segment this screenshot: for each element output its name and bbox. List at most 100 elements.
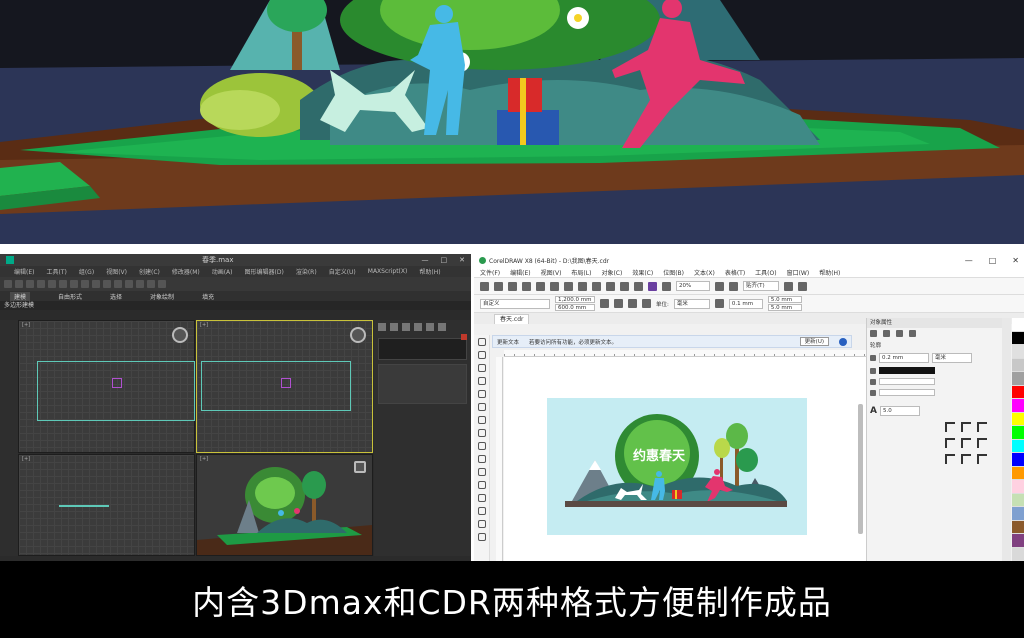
rotate-icon[interactable] — [70, 280, 78, 288]
palette-swatch[interactable] — [1012, 399, 1024, 413]
snap-to-select[interactable]: 贴齐(T) — [743, 281, 779, 291]
palette-swatch[interactable] — [1012, 534, 1024, 548]
current-page-icon[interactable] — [642, 299, 651, 308]
transparency-icon[interactable] — [477, 507, 486, 515]
outline-pen-icon[interactable] — [870, 330, 877, 337]
miter-join-icon[interactable] — [945, 422, 955, 432]
menu-text[interactable]: 文本(X) — [694, 268, 715, 277]
round-cap-icon[interactable] — [961, 438, 971, 448]
paste-icon[interactable] — [564, 281, 573, 291]
menu-table[interactable]: 表格(T) — [725, 268, 745, 277]
outline-color-swatch[interactable] — [879, 367, 935, 374]
render-icon[interactable] — [158, 280, 166, 288]
menu-view[interactable]: 视图(V) — [106, 267, 127, 276]
center-position-icon[interactable] — [961, 454, 971, 464]
update-button[interactable]: 更新(U) — [799, 337, 829, 346]
ribbon-tab-populate[interactable]: 填充 — [202, 292, 214, 301]
create-tab-icon[interactable] — [378, 323, 386, 331]
export-icon[interactable] — [634, 281, 643, 291]
landscape-icon[interactable] — [614, 299, 623, 308]
viewcube-icon[interactable] — [350, 327, 366, 343]
ribbon-tab-selection[interactable]: 选择 — [110, 292, 122, 301]
connector-tool-icon[interactable] — [477, 481, 486, 489]
ribbon-tab-object-paint[interactable]: 对象绘制 — [150, 292, 174, 301]
menu-group[interactable]: 组(G) — [79, 267, 94, 276]
import-icon[interactable] — [620, 281, 629, 291]
palette-swatch[interactable] — [1012, 331, 1024, 345]
motion-tab-icon[interactable] — [414, 323, 422, 331]
menu-customize[interactable]: 自定义(U) — [329, 267, 356, 276]
rectangle-tool-icon[interactable] — [477, 416, 486, 424]
inside-position-icon[interactable] — [977, 454, 987, 464]
menu-edit[interactable]: 编辑(E) — [14, 267, 34, 276]
palette-swatch[interactable] — [1012, 453, 1024, 467]
palette-swatch[interactable] — [1012, 345, 1024, 359]
menu-effects[interactable]: 效果(C) — [632, 268, 653, 277]
move-icon[interactable] — [59, 280, 67, 288]
viewport-front[interactable]: [+] — [196, 320, 373, 453]
full-screen-icon[interactable] — [662, 281, 671, 291]
menu-layout[interactable]: 布局(L) — [571, 268, 591, 277]
undo-icon[interactable] — [4, 280, 12, 288]
object-color-swatch[interactable] — [461, 334, 467, 340]
page-width-field[interactable]: 1,200.0 mm — [555, 296, 595, 303]
transparency-icon[interactable] — [896, 330, 903, 337]
ribbon-tab-modeling[interactable]: 建模 — [10, 291, 31, 301]
cut-icon[interactable] — [536, 281, 545, 291]
drop-shadow-icon[interactable] — [477, 494, 486, 502]
round-join-icon[interactable] — [961, 422, 971, 432]
minimize-icon[interactable]: — — [965, 256, 973, 265]
palette-swatch[interactable] — [1012, 372, 1024, 386]
text-tool-icon[interactable] — [477, 455, 486, 463]
new-document-icon[interactable] — [480, 281, 489, 291]
menu-object[interactable]: 对象(C) — [601, 268, 622, 277]
palette-swatch[interactable] — [1012, 520, 1024, 534]
close-icon[interactable]: ✕ — [1012, 256, 1019, 265]
display-tab-icon[interactable] — [426, 323, 434, 331]
ribbon-subtab[interactable]: 多边形建模 — [0, 301, 471, 310]
menu-create[interactable]: 创建(C) — [139, 267, 160, 276]
viewport-left[interactable]: [+] — [18, 454, 195, 556]
page-preset-select[interactable]: 自定义 — [480, 298, 550, 309]
menu-rendering[interactable]: 渲染(R) — [296, 267, 317, 276]
palette-swatch[interactable] — [1012, 412, 1024, 426]
minimize-icon[interactable]: — — [422, 256, 429, 264]
menu-view[interactable]: 视图(V) — [541, 268, 562, 277]
artistic-media-icon[interactable] — [477, 403, 486, 411]
palette-swatch[interactable] — [1012, 547, 1024, 561]
snap-icon[interactable] — [92, 280, 100, 288]
render-setup-icon[interactable] — [147, 280, 155, 288]
palette-swatch[interactable] — [1012, 318, 1024, 332]
zoom-page-icon[interactable] — [729, 281, 738, 291]
duplicate-x-field[interactable]: 5.0 mm — [767, 296, 802, 303]
viewport-perspective[interactable]: [+] — [196, 454, 373, 556]
page-height-field[interactable]: 600.0 mm — [555, 304, 595, 311]
redo-icon[interactable] — [592, 281, 601, 291]
outside-position-icon[interactable] — [945, 454, 955, 464]
modifier-stack[interactable] — [378, 364, 467, 404]
fill-icon[interactable] — [883, 330, 890, 337]
line-style-select[interactable] — [879, 378, 935, 385]
interactive-fill-icon[interactable] — [477, 533, 486, 541]
crop-tool-icon[interactable] — [477, 364, 486, 372]
portrait-icon[interactable] — [600, 299, 609, 308]
link-icon[interactable] — [26, 280, 34, 288]
menu-help[interactable]: 帮助(H) — [819, 268, 840, 277]
artboard-page[interactable]: 约惠春天 — [547, 398, 807, 535]
material-editor-icon[interactable] — [136, 280, 144, 288]
modify-tab-icon[interactable] — [390, 323, 398, 331]
zoom-level-select[interactable]: 20% — [676, 281, 710, 291]
menu-animation[interactable]: 动画(A) — [212, 267, 233, 276]
close-icon[interactable]: ✕ — [459, 256, 465, 264]
menu-window[interactable]: 窗口(W) — [787, 268, 810, 277]
palette-swatch[interactable] — [1012, 385, 1024, 399]
layer-icon[interactable] — [125, 280, 133, 288]
tab-document[interactable]: 春天.cdr — [494, 314, 530, 324]
ribbon-tab-freeform[interactable]: 自由形式 — [58, 292, 82, 301]
maximize-icon[interactable]: □ — [441, 256, 448, 264]
palette-swatch[interactable] — [1012, 507, 1024, 521]
menu-tools[interactable]: 工具(O) — [755, 268, 776, 277]
select-icon[interactable] — [48, 280, 56, 288]
menu-file[interactable]: 文件(F) — [480, 268, 500, 277]
search-content-icon[interactable] — [606, 281, 615, 291]
